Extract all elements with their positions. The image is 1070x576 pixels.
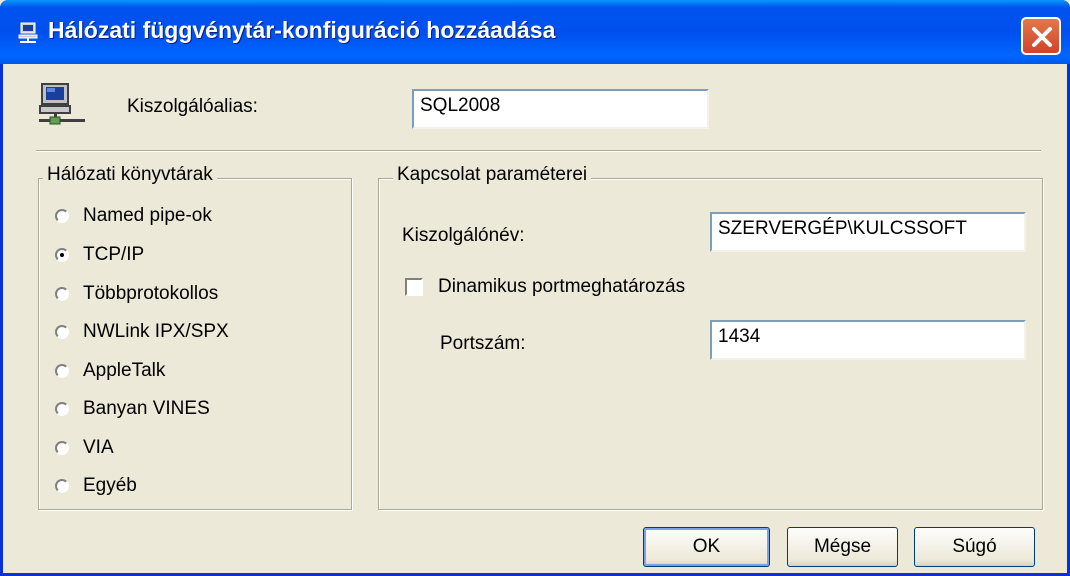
radio-named-pipes[interactable]: Named pipe-ok: [55, 202, 212, 230]
radio-appletalk[interactable]: AppleTalk: [55, 357, 165, 385]
connection-caption: Kapcsolat paraméterei: [393, 164, 592, 186]
radio-button[interactable]: [55, 287, 69, 301]
port-input[interactable]: 1434: [710, 320, 1026, 360]
radio-button[interactable]: [55, 325, 69, 339]
radio-banyan-vines[interactable]: Banyan VINES: [55, 395, 210, 423]
radio-tcpip[interactable]: TCP/IP: [55, 241, 144, 269]
server-name-label: Kiszolgálónév:: [402, 225, 525, 246]
window-title: Hálózati függvénytár-konfiguráció hozzáa…: [48, 17, 556, 43]
port-label: Portszám:: [440, 333, 526, 354]
radio-button[interactable]: [55, 479, 69, 493]
radio-other[interactable]: Egyéb: [55, 472, 137, 500]
radio-button[interactable]: [55, 209, 69, 223]
server-icon: [36, 80, 88, 132]
radio-label: VIA: [83, 437, 114, 458]
ok-button[interactable]: OK: [643, 527, 770, 567]
radio-via[interactable]: VIA: [55, 434, 114, 462]
radio-button[interactable]: [55, 441, 69, 455]
dynamic-port-checkbox[interactable]: [405, 278, 423, 296]
cancel-button[interactable]: Mégse: [787, 527, 898, 567]
close-button[interactable]: [1021, 17, 1061, 55]
radio-label: AppleTalk: [83, 360, 166, 381]
radio-label: NWLink IPX/SPX: [83, 321, 229, 342]
radio-button-selected[interactable]: [55, 248, 69, 262]
dynamic-port-label[interactable]: Dinamikus portmeghatározás: [438, 276, 685, 298]
radio-label: Egyéb: [83, 475, 137, 496]
radio-label: TCP/IP: [83, 244, 145, 265]
separator: [36, 150, 1041, 152]
radio-nwlink[interactable]: NWLink IPX/SPX: [55, 318, 229, 346]
network-computer-icon: [18, 22, 40, 44]
title-bar[interactable]: Hálózati függvénytár-konfiguráció hozzáa…: [0, 0, 1070, 64]
radio-button[interactable]: [55, 364, 69, 378]
help-button[interactable]: Súgó: [914, 527, 1035, 567]
dialog-window: Hálózati függvénytár-konfiguráció hozzáa…: [0, 0, 1070, 576]
radio-button[interactable]: [55, 402, 69, 416]
server-name-input[interactable]: SZERVERGÉP\KULCSSOFT: [710, 212, 1026, 252]
libraries-caption: Hálózati könyvtárak: [43, 164, 217, 186]
radio-label: Többprotokollos: [83, 283, 219, 304]
radio-label: Named pipe-ok: [83, 205, 212, 226]
radio-multiprotocol[interactable]: Többprotokollos: [55, 280, 218, 308]
radio-label: Banyan VINES: [83, 398, 210, 419]
alias-label: Kiszolgálóalias:: [127, 96, 258, 117]
alias-input[interactable]: SQL2008: [412, 89, 709, 129]
